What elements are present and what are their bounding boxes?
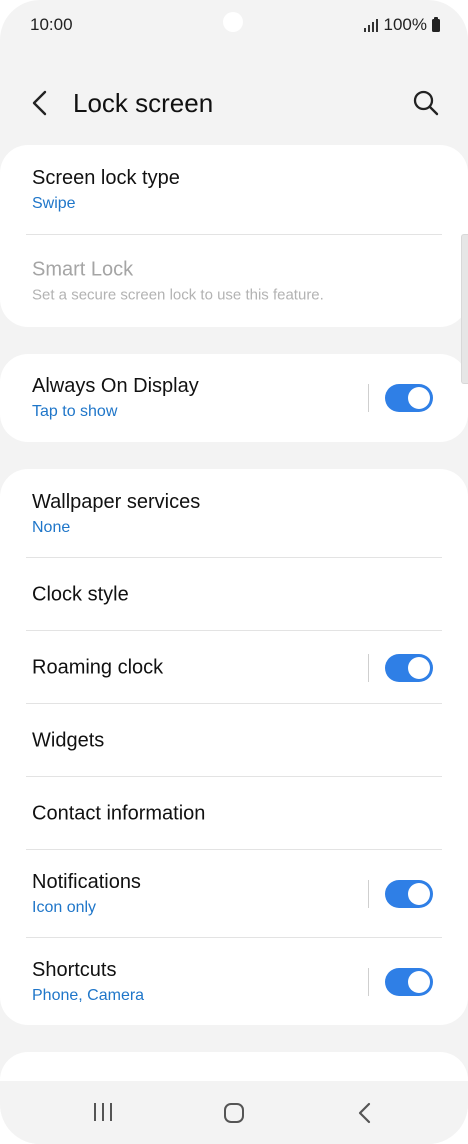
toggle-knob bbox=[408, 387, 430, 409]
back-icon[interactable] bbox=[356, 1102, 374, 1124]
always-on-display-toggle[interactable] bbox=[385, 384, 433, 412]
recents-icon[interactable] bbox=[92, 1102, 114, 1122]
shortcuts-toggle[interactable] bbox=[385, 967, 433, 996]
roaming-clock-toggle[interactable] bbox=[385, 653, 433, 682]
row-subtitle: Set a secure screen lock to use this fea… bbox=[32, 286, 324, 304]
toggle-knob bbox=[408, 656, 430, 679]
row-title: Screen lock type bbox=[32, 167, 180, 189]
row-title: Clock style bbox=[32, 583, 129, 605]
screen-lock-type-row[interactable]: Screen lock type Swipe bbox=[0, 145, 468, 235]
row-title: Contact information bbox=[32, 802, 206, 824]
toggle-knob bbox=[408, 970, 430, 993]
toggle-separator bbox=[368, 653, 369, 682]
scrollbar-handle[interactable] bbox=[461, 234, 468, 384]
row-title: Shortcuts bbox=[32, 958, 117, 981]
widgets-row[interactable]: Widgets bbox=[0, 704, 468, 777]
toggle-separator bbox=[368, 967, 369, 996]
security-card: Screen lock type Swipe Smart Lock Set a … bbox=[0, 145, 468, 327]
page-title: Lock screen bbox=[73, 88, 214, 118]
row-subtitle: Tap to show bbox=[32, 403, 118, 420]
always-on-display-row[interactable]: Always On Display Tap to show bbox=[0, 354, 468, 442]
lock-screen-settings: 10:00 100% Lock screen Screen lock type … bbox=[0, 0, 468, 1144]
camera-cutout bbox=[223, 12, 243, 32]
row-title: Notifications bbox=[32, 871, 141, 893]
toggle-separator bbox=[368, 880, 369, 908]
notifications-toggle[interactable] bbox=[385, 880, 433, 908]
battery-percent: 100% bbox=[383, 15, 427, 34]
status-bar: 10:00 100% bbox=[0, 0, 468, 50]
toggle-separator bbox=[368, 384, 369, 412]
signal-icon bbox=[363, 18, 378, 32]
smart-lock-row: Smart Lock Set a secure screen lock to u… bbox=[0, 235, 468, 327]
row-title: Widgets bbox=[32, 729, 105, 751]
home-icon[interactable] bbox=[223, 1102, 245, 1124]
status-time: 10:00 bbox=[30, 15, 73, 34]
chevron-left-icon[interactable] bbox=[26, 88, 56, 118]
row-value: Swipe bbox=[32, 195, 76, 212]
roaming-clock-row[interactable]: Roaming clock bbox=[0, 631, 468, 704]
toggle-knob bbox=[408, 883, 430, 905]
navigation-bar bbox=[0, 1081, 468, 1144]
app-header: Lock screen bbox=[0, 72, 468, 136]
battery-icon bbox=[432, 16, 440, 32]
row-value: Icon only bbox=[32, 899, 97, 916]
row-title: Wallpaper services bbox=[32, 490, 201, 513]
row-value: None bbox=[32, 518, 71, 536]
wallpaper-services-row[interactable]: Wallpaper services None bbox=[0, 469, 468, 558]
row-title: Smart Lock bbox=[32, 258, 134, 281]
row-title: Always On Display bbox=[32, 375, 199, 397]
row-title: Roaming clock bbox=[32, 656, 164, 678]
shortcuts-row[interactable]: Shortcuts Phone, Camera bbox=[0, 938, 468, 1025]
notifications-row[interactable]: Notifications Icon only bbox=[0, 850, 468, 938]
contact-information-row[interactable]: Contact information bbox=[0, 777, 468, 850]
row-value: Phone, Camera bbox=[32, 986, 145, 1004]
display-card: Always On Display Tap to show bbox=[0, 354, 468, 442]
search-icon[interactable] bbox=[412, 89, 440, 117]
status-icons: 100% bbox=[363, 15, 440, 35]
clock-style-row[interactable]: Clock style bbox=[0, 558, 468, 631]
lock-screen-items-card: Wallpaper services None Clock style Roam… bbox=[0, 469, 468, 1025]
